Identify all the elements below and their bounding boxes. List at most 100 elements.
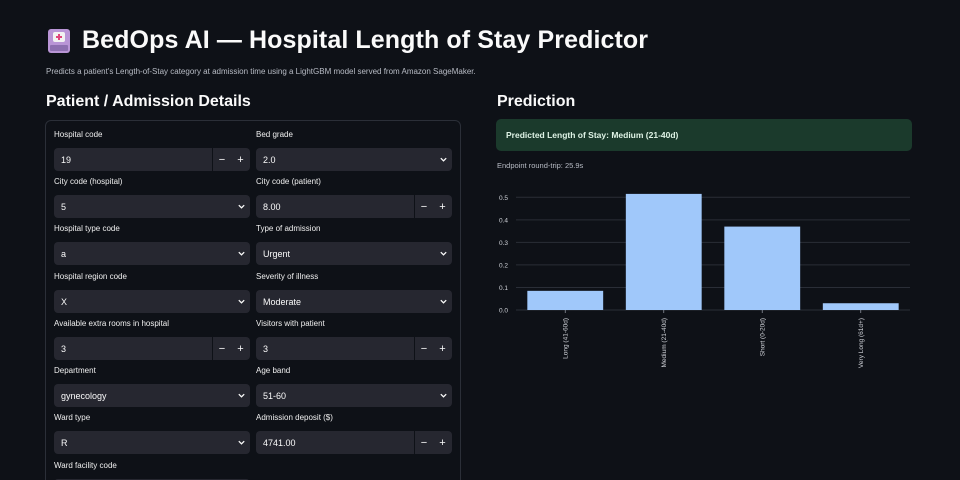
- severity-of-illness-value: Moderate: [263, 296, 302, 307]
- form-section-title: Patient / Admission Details: [46, 93, 251, 110]
- visitors-label: Visitors with patient: [256, 319, 325, 328]
- city-code-patient-value[interactable]: 8.00: [256, 202, 414, 212]
- bed-grade-label: Bed grade: [256, 130, 293, 139]
- department-label: Department: [54, 366, 96, 375]
- hospital-code-label: Hospital code: [54, 130, 103, 139]
- age-band-field: Age band 51-60: [256, 365, 452, 407]
- probability-bar-chart: 0.0 0.1 0.2 0.3 0.4 0.5 Long (41-60d) Medium (2…: [499, 193, 910, 368]
- ward-facility-code-field: Ward facility code: [54, 460, 250, 480]
- admission-deposit-stepper: − +: [414, 431, 452, 454]
- city-code-patient-field: City code (patient) 8.00 − +: [256, 176, 452, 218]
- bed-grade-select[interactable]: 2.0: [256, 148, 452, 171]
- ward-type-value: R: [61, 437, 68, 448]
- visitors-stepper: − +: [414, 337, 452, 360]
- visitors-value[interactable]: 3: [256, 344, 414, 354]
- y-tick-label: 0.1: [499, 285, 508, 292]
- extra-rooms-value[interactable]: 3: [54, 344, 212, 354]
- visitors-input[interactable]: 3 − +: [256, 337, 452, 360]
- increment-button[interactable]: +: [433, 195, 452, 218]
- x-tick-label: Very Long (61d+): [858, 318, 865, 368]
- admission-deposit-value[interactable]: 4741.00: [256, 438, 414, 448]
- hospital-type-code-value: a: [61, 248, 67, 259]
- age-band-select[interactable]: 51-60: [256, 384, 452, 407]
- increment-button[interactable]: +: [231, 148, 250, 171]
- type-of-admission-value: Urgent: [263, 248, 291, 259]
- hospital-code-value[interactable]: 19: [54, 155, 212, 165]
- extra-rooms-label: Available extra rooms in hospital: [54, 319, 170, 328]
- bar: [527, 290, 604, 310]
- chevron-down-icon[interactable]: [434, 148, 452, 171]
- bar: [822, 303, 899, 310]
- prediction-result: Predicted Length of Stay: Medium (21-40d…: [496, 119, 912, 151]
- type-of-admission-select[interactable]: Urgent: [256, 242, 452, 265]
- visitors-field: Visitors with patient 3 − +: [256, 318, 452, 360]
- hospital-region-code-label: Hospital region code: [54, 272, 127, 281]
- chevron-down-icon[interactable]: [232, 195, 250, 218]
- city-code-patient-stepper: − +: [414, 195, 452, 218]
- hospital-code-stepper: − +: [212, 148, 250, 171]
- bar: [724, 226, 801, 310]
- decrement-button[interactable]: −: [414, 337, 433, 360]
- bar: [625, 193, 702, 310]
- hospital-region-code-select[interactable]: X: [54, 290, 250, 313]
- age-band-value: 51-60: [263, 390, 287, 401]
- hospital-code-field: Hospital code 19 − +: [54, 129, 250, 171]
- increment-button[interactable]: +: [231, 337, 250, 360]
- admission-deposit-field: Admission deposit ($) 4741.00 − +: [256, 412, 452, 454]
- age-band-label: Age band: [256, 366, 291, 375]
- y-tick-label: 0.2: [499, 262, 508, 269]
- chevron-down-icon[interactable]: [232, 384, 250, 407]
- chevron-down-icon[interactable]: [434, 290, 452, 313]
- decrement-button[interactable]: −: [414, 195, 433, 218]
- type-of-admission-label: Type of admission: [256, 224, 321, 233]
- x-tick-label: Medium (21-40d): [661, 318, 668, 368]
- city-code-hospital-value: 5: [61, 201, 67, 212]
- department-select[interactable]: gynecology: [54, 384, 250, 407]
- hospital-bed-icon: [46, 27, 72, 55]
- hospital-code-input[interactable]: 19 − +: [54, 148, 250, 171]
- ward-type-label: Ward type: [54, 413, 91, 422]
- chevron-down-icon[interactable]: [232, 431, 250, 454]
- chevron-down-icon[interactable]: [434, 242, 452, 265]
- ward-type-select[interactable]: R: [54, 431, 250, 454]
- increment-button[interactable]: +: [433, 337, 452, 360]
- increment-button[interactable]: +: [433, 431, 452, 454]
- y-tick-label: 0.0: [499, 308, 508, 315]
- city-code-patient-label: City code (patient): [256, 177, 321, 186]
- decrement-button[interactable]: −: [212, 337, 231, 360]
- y-tick-label: 0.5: [499, 195, 508, 202]
- severity-of-illness-select[interactable]: Moderate: [256, 290, 452, 313]
- city-code-hospital-field: City code (hospital) 5: [54, 176, 250, 218]
- extra-rooms-field: Available extra rooms in hospital 3 − +: [54, 318, 250, 360]
- hospital-type-code-select[interactable]: a: [54, 242, 250, 265]
- chevron-down-icon[interactable]: [232, 290, 250, 313]
- severity-of-illness-label: Severity of illness: [256, 272, 319, 281]
- hospital-region-code-field: Hospital region code X: [54, 271, 250, 313]
- department-value: gynecology: [61, 390, 107, 401]
- y-tick-label: 0.3: [499, 240, 508, 247]
- title-row: BedOps AI — Hospital Length of Stay Pred…: [46, 26, 648, 55]
- hospital-type-code-field: Hospital type code a: [54, 223, 250, 265]
- admission-deposit-input[interactable]: 4741.00 − +: [256, 431, 452, 454]
- extra-rooms-stepper: − +: [212, 337, 250, 360]
- type-of-admission-field: Type of admission Urgent: [256, 223, 452, 265]
- ward-facility-code-label: Ward facility code: [54, 461, 117, 470]
- hospital-type-code-label: Hospital type code: [54, 224, 120, 233]
- bed-grade-value: 2.0: [263, 154, 276, 165]
- city-code-hospital-label: City code (hospital): [54, 177, 123, 186]
- chevron-down-icon[interactable]: [434, 384, 452, 407]
- admission-deposit-label: Admission deposit ($): [256, 413, 333, 422]
- page-subtitle: Predicts a patient's Length-of-Stay cate…: [46, 67, 476, 76]
- decrement-button[interactable]: −: [212, 148, 231, 171]
- page-title: BedOps AI — Hospital Length of Stay Pred…: [82, 26, 649, 54]
- decrement-button[interactable]: −: [414, 431, 433, 454]
- prediction-section-title: Prediction: [497, 93, 576, 110]
- extra-rooms-input[interactable]: 3 − +: [54, 337, 250, 360]
- city-code-patient-input[interactable]: 8.00 − +: [256, 195, 452, 218]
- severity-of-illness-field: Severity of illness Moderate: [256, 271, 452, 313]
- ward-type-field: Ward type R: [54, 412, 250, 454]
- chevron-down-icon[interactable]: [232, 242, 250, 265]
- hospital-region-code-value: X: [61, 296, 68, 307]
- endpoint-latency: Endpoint round-trip: 25.9s: [497, 161, 584, 170]
- city-code-hospital-select[interactable]: 5: [54, 195, 250, 218]
